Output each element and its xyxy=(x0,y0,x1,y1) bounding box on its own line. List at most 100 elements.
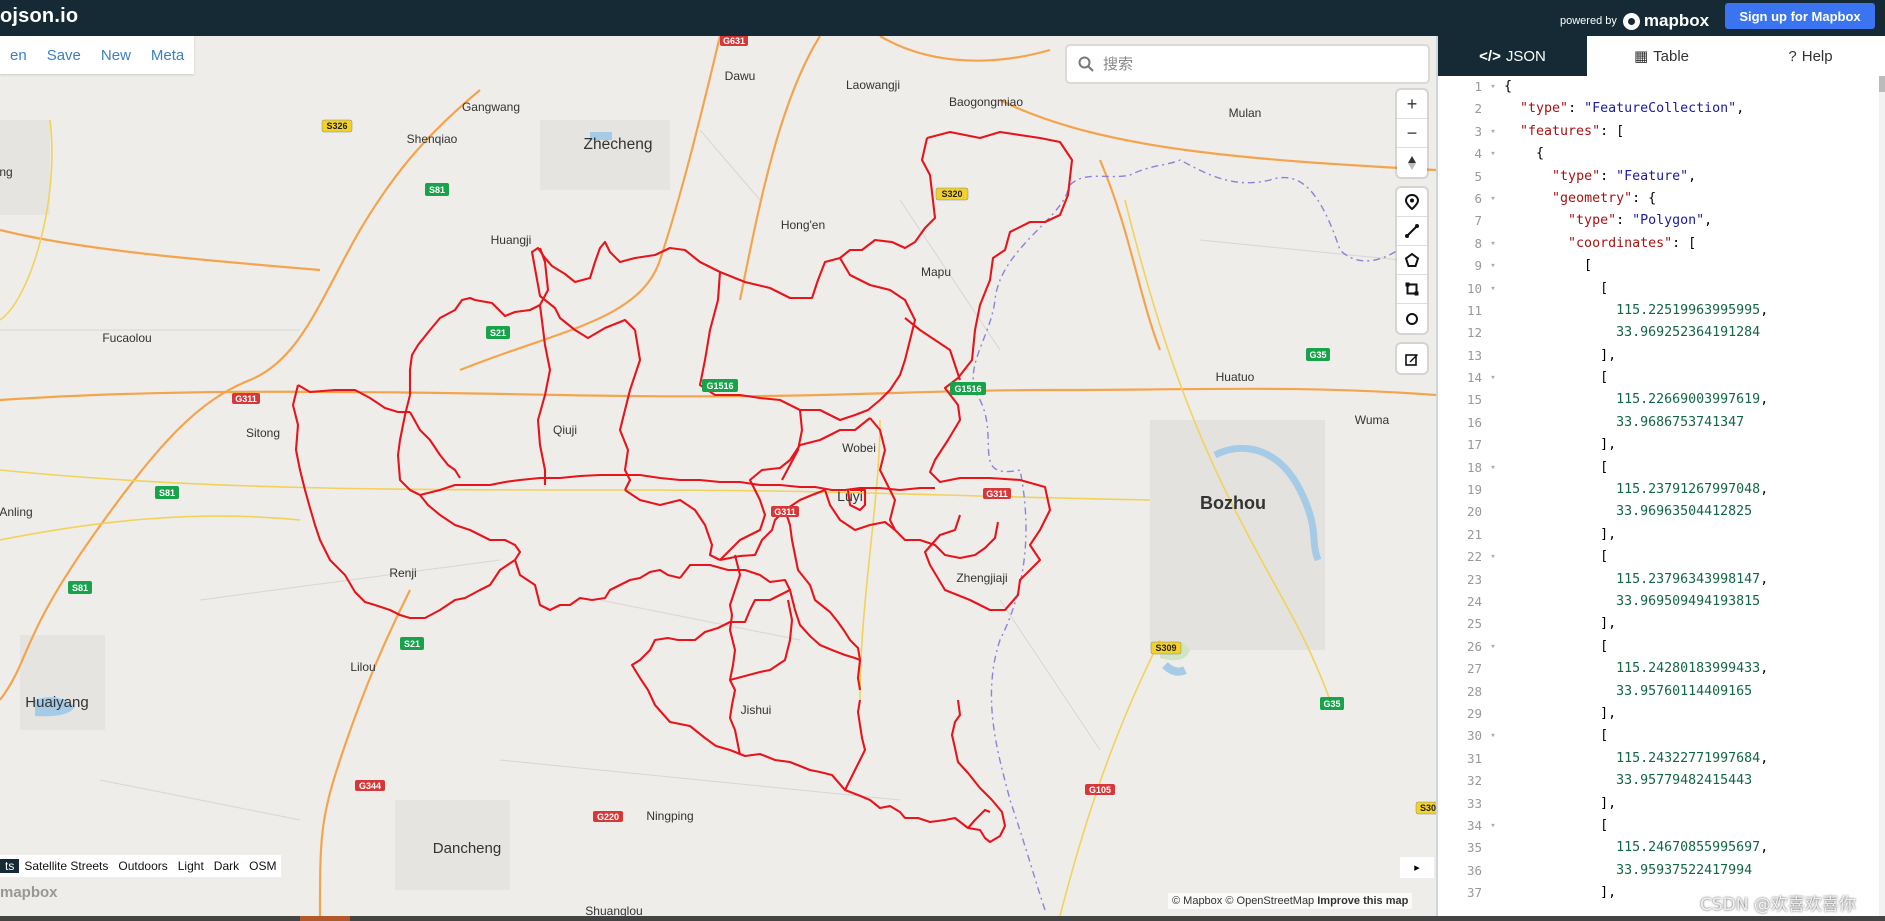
fold-toggle[interactable]: ▾ xyxy=(1486,636,1500,658)
code-line[interactable]: 34 ▾ [ xyxy=(1438,815,1885,837)
fold-toggle[interactable] xyxy=(1486,569,1500,591)
code-line[interactable]: 7 "type": "Polygon", xyxy=(1438,210,1885,232)
code-line[interactable]: 36 33.95937522417994 xyxy=(1438,860,1885,882)
fold-toggle[interactable] xyxy=(1486,210,1500,232)
compass-button[interactable] xyxy=(1397,148,1427,177)
fold-toggle[interactable] xyxy=(1486,98,1500,120)
code-line[interactable]: 28 33.95760114409165 xyxy=(1438,681,1885,703)
fold-toggle[interactable] xyxy=(1486,479,1500,501)
code-line[interactable]: 26 ▾ [ xyxy=(1438,636,1885,658)
code-line[interactable]: 31 115.24322771997684, xyxy=(1438,748,1885,770)
style-outdoors[interactable]: Outdoors xyxy=(113,859,172,873)
code-line[interactable]: 23 115.23796343998147, xyxy=(1438,569,1885,591)
code-line[interactable]: 3 ▾ "features": [ xyxy=(1438,121,1885,143)
fold-toggle[interactable]: ▾ xyxy=(1486,188,1500,210)
fold-toggle[interactable] xyxy=(1486,591,1500,613)
code-line[interactable]: 16 33.9686753741347 xyxy=(1438,412,1885,434)
edit-button[interactable] xyxy=(1397,344,1427,373)
code-line[interactable]: 17 ], xyxy=(1438,434,1885,456)
code-line[interactable]: 6 ▾ "geometry": { xyxy=(1438,188,1885,210)
mapbox-watermark[interactable]: mapbox xyxy=(0,884,58,901)
code-line[interactable]: 8 ▾ "coordinates": [ xyxy=(1438,233,1885,255)
editor-scrollbar[interactable] xyxy=(1879,76,1885,916)
fold-toggle[interactable] xyxy=(1486,681,1500,703)
code-line[interactable]: 27 115.24280183999433, xyxy=(1438,658,1885,680)
fold-toggle[interactable]: ▾ xyxy=(1486,815,1500,837)
improve-map-link[interactable]: Improve this map xyxy=(1317,895,1408,907)
code-line[interactable]: 9 ▾ [ xyxy=(1438,255,1885,277)
fold-toggle[interactable] xyxy=(1486,748,1500,770)
fold-toggle[interactable] xyxy=(1486,412,1500,434)
code-line[interactable]: 18 ▾ [ xyxy=(1438,457,1885,479)
panel-collapse-button[interactable]: ▸ xyxy=(1400,857,1434,878)
menu-meta[interactable]: Meta xyxy=(141,47,194,64)
map-canvas[interactable]: G631 S326 S81 S21 S320 G1516 G1516 G311 … xyxy=(0,36,1436,916)
zoom-out-button[interactable]: − xyxy=(1397,119,1427,148)
code-line[interactable]: 1 ▾ { xyxy=(1438,76,1885,98)
style-streets[interactable]: ts xyxy=(0,859,20,873)
tab-help[interactable]: ? Help xyxy=(1736,36,1885,76)
code-line[interactable]: 12 33.969252364191284 xyxy=(1438,322,1885,344)
fold-toggle[interactable]: ▾ xyxy=(1486,278,1500,300)
powered-by-mapbox[interactable]: powered by mapbox xyxy=(1560,11,1709,31)
draw-polygon-button[interactable] xyxy=(1397,246,1427,275)
json-editor[interactable]: 1 ▾{2 "type": "FeatureCollection", 3 ▾ "fea… xyxy=(1438,76,1885,916)
fold-toggle[interactable] xyxy=(1486,322,1500,344)
code-line[interactable]: 22 ▾ [ xyxy=(1438,546,1885,568)
code-line[interactable]: 33 ], xyxy=(1438,793,1885,815)
menu-new[interactable]: New xyxy=(91,47,141,64)
fold-toggle[interactable]: ▾ xyxy=(1486,546,1500,568)
code-line[interactable]: 13 ], xyxy=(1438,345,1885,367)
code-line[interactable]: 19 115.23791267997048, xyxy=(1438,479,1885,501)
fold-toggle[interactable]: ▾ xyxy=(1486,255,1500,277)
code-line[interactable]: 30 ▾ [ xyxy=(1438,725,1885,747)
code-line[interactable]: 4 ▾ { xyxy=(1438,143,1885,165)
code-line[interactable]: 32 33.95779482415443 xyxy=(1438,770,1885,792)
signup-button[interactable]: Sign up for Mapbox xyxy=(1725,3,1875,29)
fold-toggle[interactable] xyxy=(1486,613,1500,635)
search-input[interactable] xyxy=(1103,55,1403,73)
fold-toggle[interactable]: ▾ xyxy=(1486,367,1500,389)
fold-toggle[interactable] xyxy=(1486,658,1500,680)
fold-toggle[interactable] xyxy=(1486,345,1500,367)
fold-toggle[interactable]: ▾ xyxy=(1486,457,1500,479)
scrollbar-thumb[interactable] xyxy=(1879,76,1885,92)
style-dark[interactable]: Dark xyxy=(209,859,244,873)
code-line[interactable]: 5 "type": "Feature", xyxy=(1438,166,1885,188)
fold-toggle[interactable]: ▾ xyxy=(1486,143,1500,165)
code-line[interactable]: 2 "type": "FeatureCollection", xyxy=(1438,98,1885,120)
zoom-in-button[interactable]: + xyxy=(1397,90,1427,119)
attribution-mapbox[interactable]: © Mapbox xyxy=(1172,895,1222,907)
code-line[interactable]: 21 ], xyxy=(1438,524,1885,546)
code-line[interactable]: 10 ▾ [ xyxy=(1438,278,1885,300)
fold-toggle[interactable] xyxy=(1486,166,1500,188)
draw-circle-button[interactable] xyxy=(1397,304,1427,333)
fold-toggle[interactable] xyxy=(1486,434,1500,456)
attribution-osm[interactable]: © OpenStreetMap xyxy=(1225,895,1314,907)
fold-toggle[interactable] xyxy=(1486,860,1500,882)
fold-toggle[interactable]: ▾ xyxy=(1486,233,1500,255)
tab-json[interactable]: </> JSON xyxy=(1438,36,1587,76)
code-line[interactable]: 35 115.24670855995697, xyxy=(1438,837,1885,859)
fold-toggle[interactable] xyxy=(1486,389,1500,411)
menu-open[interactable]: en xyxy=(0,47,37,64)
code-line[interactable]: 15 115.22669003997619, xyxy=(1438,389,1885,411)
fold-toggle[interactable] xyxy=(1486,300,1500,322)
style-satellite-streets[interactable]: Satellite Streets xyxy=(19,859,113,873)
menu-save[interactable]: Save xyxy=(37,47,91,64)
code-line[interactable]: 29 ], xyxy=(1438,703,1885,725)
style-osm[interactable]: OSM xyxy=(244,859,281,873)
fold-toggle[interactable]: ▾ xyxy=(1486,121,1500,143)
fold-toggle[interactable] xyxy=(1486,501,1500,523)
fold-toggle[interactable] xyxy=(1486,882,1500,904)
fold-toggle[interactable] xyxy=(1486,524,1500,546)
code-line[interactable]: 14 ▾ [ xyxy=(1438,367,1885,389)
tab-table[interactable]: ▦ Table xyxy=(1587,36,1736,76)
draw-line-button[interactable] xyxy=(1397,217,1427,246)
app-brand[interactable]: ojson.io xyxy=(0,5,78,28)
fold-toggle[interactable] xyxy=(1486,837,1500,859)
draw-marker-button[interactable] xyxy=(1397,188,1427,217)
fold-toggle[interactable] xyxy=(1486,703,1500,725)
draw-rectangle-button[interactable] xyxy=(1397,275,1427,304)
code-line[interactable]: 25 ], xyxy=(1438,613,1885,635)
